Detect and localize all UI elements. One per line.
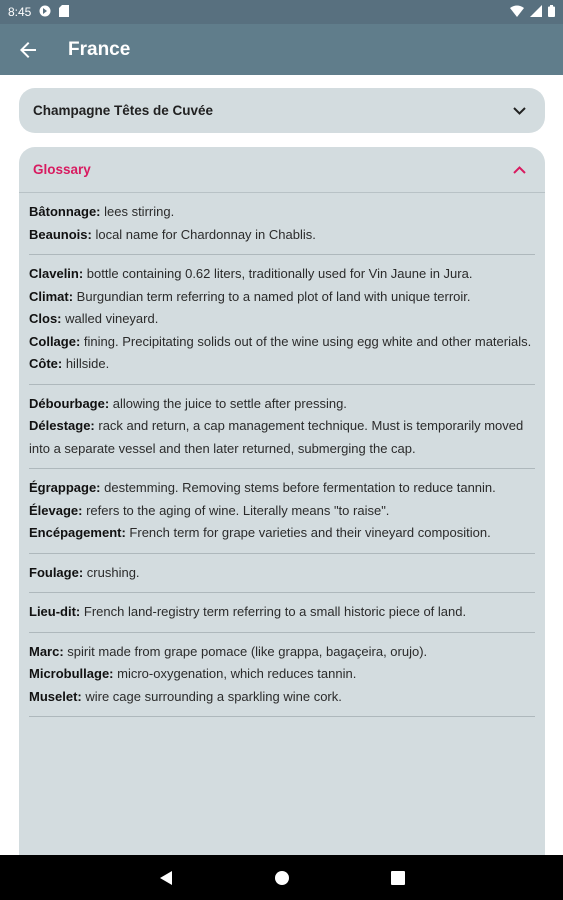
glossary-definition: allowing the juice to settle after press…	[109, 395, 347, 411]
glossary-group: Débourbage: allowing the juice to settle…	[29, 385, 535, 469]
glossary-entry: Bâtonnage: lees stirring.	[29, 201, 535, 224]
glossary-group: Égrappage: destemming. Removing stems be…	[29, 469, 535, 554]
glossary-term: Débourbage:	[29, 395, 110, 411]
system-nav-bar	[0, 855, 563, 900]
glossary-definition: destemming. Removing stems before fermen…	[100, 480, 496, 495]
glossary-definition: French land-registry term referring to a…	[80, 604, 467, 619]
glossary-entry: Clos: walled vineyard.	[29, 308, 535, 331]
glossary-term: Muselet:	[29, 688, 82, 704]
glossary-term: Clavelin:	[29, 266, 84, 281]
glossary-entry: Beaunois: local name for Chardonnay in C…	[29, 224, 535, 247]
glossary-term: Côte:	[29, 356, 63, 371]
glossary-term: Climat:	[29, 288, 74, 304]
section-champagne[interactable]: Champagne Têtes de Cuvée	[19, 88, 545, 133]
glossary-entry: Climat: Burgundian term referring to a n…	[29, 286, 535, 309]
glossary-definition: crushing.	[83, 564, 140, 580]
glossary-group: Lieu-dit: French land-registry term refe…	[29, 593, 535, 633]
glossary-group: Bâtonnage: lees stirring. Beaunois: local…	[29, 193, 535, 255]
glossary-term: Clos:	[29, 311, 62, 326]
glossary-definition: micro-oxygenation, which reduces tannin.	[113, 666, 357, 681]
back-arrow-icon[interactable]	[16, 38, 40, 62]
nav-back-icon[interactable]	[156, 868, 176, 888]
section-glossary: Glossary Bâtonnage: lees stirring. Beauno…	[19, 147, 545, 855]
glossary-entry: Collage: fining. Precipitating solids ou…	[29, 331, 535, 354]
glossary-term: Lieu-dit:	[29, 604, 81, 619]
glossary-header[interactable]: Glossary	[19, 147, 545, 193]
glossary-term: Foulage:	[29, 564, 84, 580]
nav-recents-icon[interactable]	[388, 868, 408, 888]
glossary-entry: Délestage: rack and return, a cap manage…	[29, 415, 535, 460]
glossary-entry: Encépagement: French term for grape vari…	[29, 522, 535, 545]
glossary-definition: French term for grape varieties and thei…	[125, 525, 491, 540]
glossary-entry: Lieu-dit: French land-registry term refe…	[29, 601, 535, 624]
glossary-definition: hillside.	[62, 356, 110, 371]
glossary-term: Encépagement:	[29, 525, 126, 540]
wifi-icon	[510, 5, 524, 20]
glossary-entry: Muselet: wire cage surrounding a sparkli…	[29, 686, 535, 709]
glossary-definition: lees stirring.	[100, 204, 175, 219]
glossary-definition: wire cage surrounding a sparkling wine c…	[81, 688, 342, 704]
glossary-term: Marc:	[29, 643, 64, 659]
glossary-entry: Foulage: crushing.	[29, 562, 535, 585]
section-title: Champagne Têtes de Cuvée	[33, 103, 214, 118]
status-bar: 8:45	[0, 0, 563, 24]
glossary-definition: rack and return, a cap management techni…	[29, 418, 524, 456]
glossary-entry: Égrappage: destemming. Removing stems be…	[29, 477, 535, 500]
page-title: France	[68, 38, 131, 60]
glossary-term: Microbullage:	[29, 666, 114, 681]
glossary-definition: walled vineyard.	[61, 311, 159, 326]
glossary-title: Glossary	[33, 162, 91, 177]
glossary-term: Collage:	[29, 333, 81, 349]
glossary-entry: Élevage: refers to the aging of wine. Li…	[29, 500, 535, 523]
nav-home-icon[interactable]	[272, 868, 292, 888]
main-content: Champagne Têtes de Cuvée Glossary Bâtonn…	[0, 75, 563, 855]
app-notification-icon	[39, 5, 51, 20]
glossary-definition: spirit made from grape pomace (like grap…	[63, 643, 428, 659]
glossary-entry: Marc: spirit made from grape pomace (lik…	[29, 641, 535, 664]
glossary-definition: Burgundian term referring to a named plo…	[73, 288, 471, 304]
glossary-term: Bâtonnage:	[29, 204, 101, 219]
glossary-entry: Clavelin: bottle containing 0.62 liters,…	[29, 263, 535, 286]
glossary-definition: refers to the aging of wine. Literally m…	[82, 502, 390, 518]
glossary-term: Élevage:	[29, 502, 83, 518]
sd-card-icon	[59, 4, 70, 20]
glossary-term: Beaunois:	[29, 226, 92, 242]
chevron-up-icon	[513, 163, 527, 177]
glossary-group: Foulage: crushing.	[29, 554, 535, 593]
glossary-term: Égrappage:	[29, 480, 101, 495]
battery-icon	[548, 4, 555, 20]
signal-icon	[530, 4, 542, 20]
app-bar: France	[0, 24, 563, 75]
glossary-definition: bottle containing 0.62 liters, tradition…	[83, 266, 473, 281]
glossary-definition: fining. Precipitating solids out of the …	[80, 333, 532, 349]
glossary-term: Délestage:	[29, 418, 95, 433]
glossary-definition: local name for Chardonnay in Chablis.	[91, 226, 316, 242]
glossary-entry: Microbullage: micro-oxygenation, which r…	[29, 663, 535, 686]
glossary-entry: Débourbage: allowing the juice to settle…	[29, 393, 535, 416]
glossary-group: Marc: spirit made from grape pomace (lik…	[29, 633, 535, 717]
glossary-entry: Côte: hillside.	[29, 353, 535, 376]
status-time: 8:45	[8, 5, 32, 19]
glossary-list: Bâtonnage: lees stirring. Beaunois: local…	[19, 193, 545, 717]
glossary-group: Clavelin: bottle containing 0.62 liters,…	[29, 255, 535, 385]
chevron-down-icon	[513, 104, 527, 118]
